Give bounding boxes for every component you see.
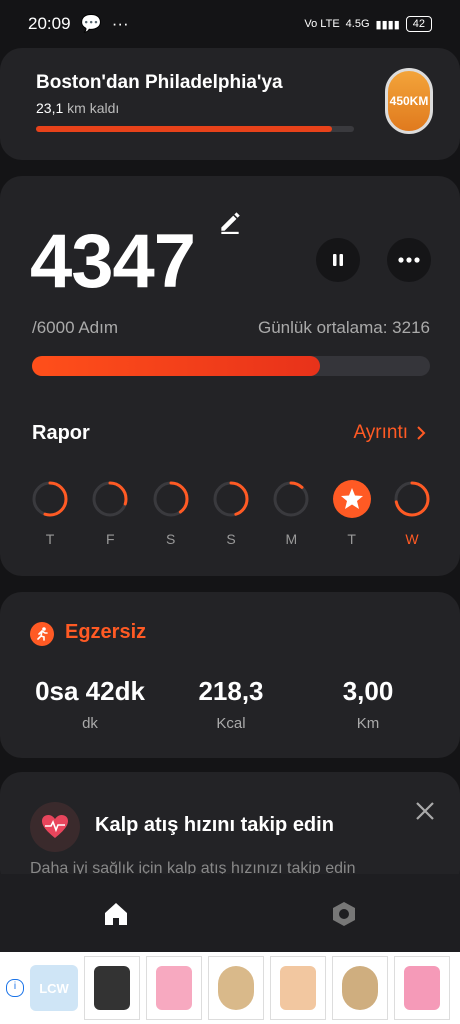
stat-unit: Kcal <box>216 715 246 732</box>
medal-icon[interactable]: 450KM <box>385 68 433 134</box>
more-options-button[interactable] <box>387 238 431 282</box>
day-ring-5[interactable]: T <box>332 479 372 547</box>
pause-button[interactable] <box>316 238 360 282</box>
step-progress-bar <box>32 356 430 376</box>
route-remaining-suffix: km kaldı <box>67 100 120 116</box>
progress-ring <box>32 481 68 517</box>
running-icon <box>30 622 54 646</box>
exercise-stat-calories: 218,3 Kcal <box>156 676 306 732</box>
signal-icon: ▮▮▮▮ <box>375 18 400 31</box>
medal-label: 450KM <box>389 94 429 108</box>
chevron-right-icon <box>417 426 426 440</box>
stat-value: 0sa 42dk <box>35 676 145 706</box>
day-label: W <box>405 531 419 547</box>
route-progress-bar <box>36 126 354 132</box>
weekly-report: TFSSMTW <box>30 479 432 547</box>
stat-unit: dk <box>82 715 98 732</box>
route-remaining-value: 23,1 <box>36 100 64 116</box>
more-notifications-icon: ··· <box>111 14 129 33</box>
day-ring-6[interactable]: W <box>392 479 432 547</box>
ad-product[interactable] <box>146 956 202 1020</box>
day-label: F <box>106 531 115 547</box>
day-ring-4[interactable]: M <box>271 479 311 547</box>
day-ring-2[interactable]: S <box>151 479 191 547</box>
day-ring-3[interactable]: S <box>211 479 251 547</box>
progress-ring <box>273 481 309 517</box>
ad-product[interactable] <box>208 956 264 1020</box>
progress-ring <box>213 481 249 517</box>
step-count: 4347 <box>30 219 196 304</box>
stat-unit: Km <box>356 715 380 732</box>
ad-product[interactable] <box>332 956 388 1020</box>
pause-icon <box>333 254 343 266</box>
bottom-navigation <box>0 874 460 952</box>
step-progress-fill <box>32 356 321 376</box>
stat-value: 3,00 <box>342 676 394 706</box>
day-label: T <box>347 531 356 547</box>
route-title: Boston'dan Philadelphia'ya <box>36 72 283 93</box>
exercise-stat-distance: 3,00 Km <box>293 676 443 732</box>
day-ring-0[interactable]: T <box>30 479 70 547</box>
day-label: M <box>285 531 298 547</box>
progress-ring <box>153 481 189 517</box>
close-icon[interactable] <box>414 800 436 822</box>
daily-average: Günlük ortalama: 3216 <box>258 318 430 337</box>
ad-product[interactable] <box>394 956 450 1020</box>
more-dots-icon <box>398 257 420 263</box>
star-icon <box>332 480 371 518</box>
day-label: S <box>226 531 236 547</box>
ad-product[interactable] <box>84 956 140 1020</box>
steps-card: 4347 /6000 Adım Günlük ortalama: 3216 Ra… <box>0 176 460 576</box>
heart-icon <box>30 802 80 852</box>
home-icon[interactable] <box>102 900 130 928</box>
day-label: S <box>165 531 176 547</box>
day-ring-1[interactable]: F <box>90 479 130 547</box>
volte-label: Vo LTE <box>304 18 340 30</box>
ad-info-icon[interactable]: i <box>6 979 24 997</box>
battery-indicator: 42 <box>405 16 432 32</box>
settings-icon[interactable] <box>330 900 358 928</box>
ad-brand-logo[interactable]: LCW <box>30 965 78 1011</box>
ad-product[interactable] <box>270 956 326 1020</box>
stat-value: 218,3 <box>198 676 264 706</box>
chat-bubble-icon: 💬 <box>80 14 102 33</box>
exercise-stat-duration: 0sa 42dk dk <box>15 676 165 732</box>
step-goal: /6000 Adım <box>32 318 119 337</box>
progress-ring <box>92 481 128 517</box>
status-time: 20:09 <box>28 14 71 33</box>
detail-link[interactable]: Ayrıntı <box>353 422 426 444</box>
report-heading: Rapor <box>32 422 90 444</box>
detail-label: Ayrıntı <box>353 422 408 443</box>
exercise-card[interactable]: Egzersiz 0sa 42dk dk 218,3 Kcal 3,00 Km <box>0 592 460 758</box>
route-remaining: 23,1 km kaldı <box>36 100 119 116</box>
progress-ring <box>394 481 430 517</box>
exercise-title: Egzersiz <box>65 621 147 643</box>
route-progress-fill <box>36 126 332 132</box>
heart-rate-title: Kalp atış hızını takip edin <box>95 814 334 836</box>
network-label: 4.5G <box>345 18 370 30</box>
status-bar: 20:09 💬 ··· Vo LTE 4.5G ▮▮▮▮ 42 <box>0 0 460 48</box>
day-label: T <box>45 531 55 547</box>
edit-icon[interactable] <box>217 208 243 234</box>
route-card[interactable]: Boston'dan Philadelphia'ya 23,1 km kaldı… <box>0 48 460 160</box>
ad-banner[interactable]: i LCW <box>0 952 460 1024</box>
